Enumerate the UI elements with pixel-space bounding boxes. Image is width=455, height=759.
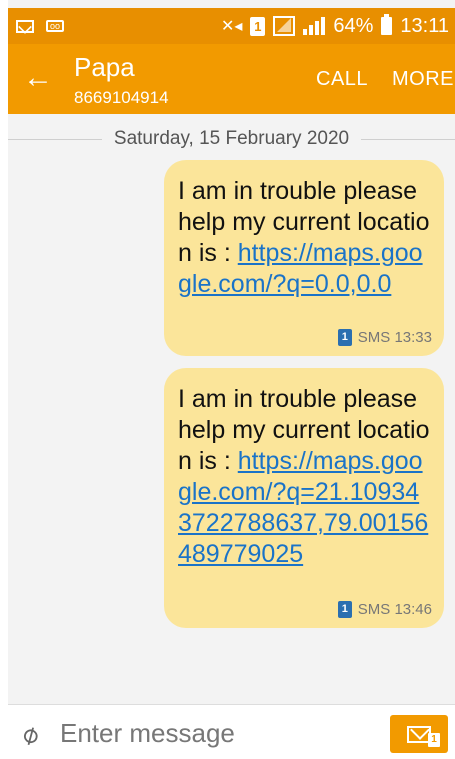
- message-meta: 1 SMS 13:33: [337, 329, 432, 346]
- message-bubble[interactable]: I am in trouble please help my current l…: [164, 368, 444, 628]
- divider-line: [361, 138, 455, 140]
- mail-icon: [16, 19, 34, 33]
- send-button[interactable]: 1: [390, 715, 448, 753]
- voicemail-icon: oo: [46, 20, 64, 32]
- conversation-header: ← Papa 8669104914 CALL MORE: [8, 44, 455, 114]
- battery-icon: [381, 14, 393, 35]
- divider-line: [8, 138, 102, 140]
- battery-percent: 64%: [333, 14, 374, 37]
- mute-icon: ✕◂: [220, 18, 243, 35]
- back-button[interactable]: ←: [18, 58, 58, 98]
- message-timestamp: SMS 13:46: [357, 601, 432, 618]
- signal-bars-icon: [303, 17, 326, 35]
- message-text: I am in trouble please help my current l…: [178, 176, 430, 300]
- more-button[interactable]: MORE: [392, 68, 454, 91]
- contact-name: Papa: [74, 52, 135, 82]
- date-label: Saturday, 15 February 2020: [113, 128, 350, 149]
- paperclip-icon: ⌀: [15, 717, 44, 751]
- back-arrow-icon: ←: [23, 61, 53, 94]
- attach-button[interactable]: ⌀: [15, 717, 44, 752]
- status-bar: oo ✕◂ 1 64% 13:11: [8, 8, 455, 44]
- message-timestamp: SMS 13:33: [357, 329, 432, 346]
- sim-icon: 1: [337, 329, 352, 346]
- message-meta: 1 SMS 13:46: [337, 601, 432, 618]
- message-input[interactable]: [60, 715, 360, 751]
- signal-icon: [273, 16, 296, 36]
- call-button[interactable]: CALL: [316, 68, 368, 91]
- sim-icon: 1: [428, 733, 440, 747]
- contact-number: 8669104914: [74, 88, 169, 107]
- message-text: I am in trouble please help my current l…: [178, 384, 430, 570]
- date-divider: Saturday, 15 February 2020: [8, 124, 455, 154]
- sim-icon: 1: [337, 601, 352, 618]
- message-bubble[interactable]: I am in trouble please help my current l…: [164, 160, 444, 356]
- status-right: ✕◂ 1 64% 13:11: [220, 14, 449, 38]
- status-left: oo: [16, 19, 64, 33]
- messaging-screen: oo ✕◂ 1 64% 13:11 ← Papa 8669104914 CALL…: [8, 0, 455, 759]
- sim-icon: 1: [250, 16, 266, 36]
- compose-bar: ⌀ 1: [8, 704, 455, 759]
- status-time: 13:11: [400, 14, 449, 37]
